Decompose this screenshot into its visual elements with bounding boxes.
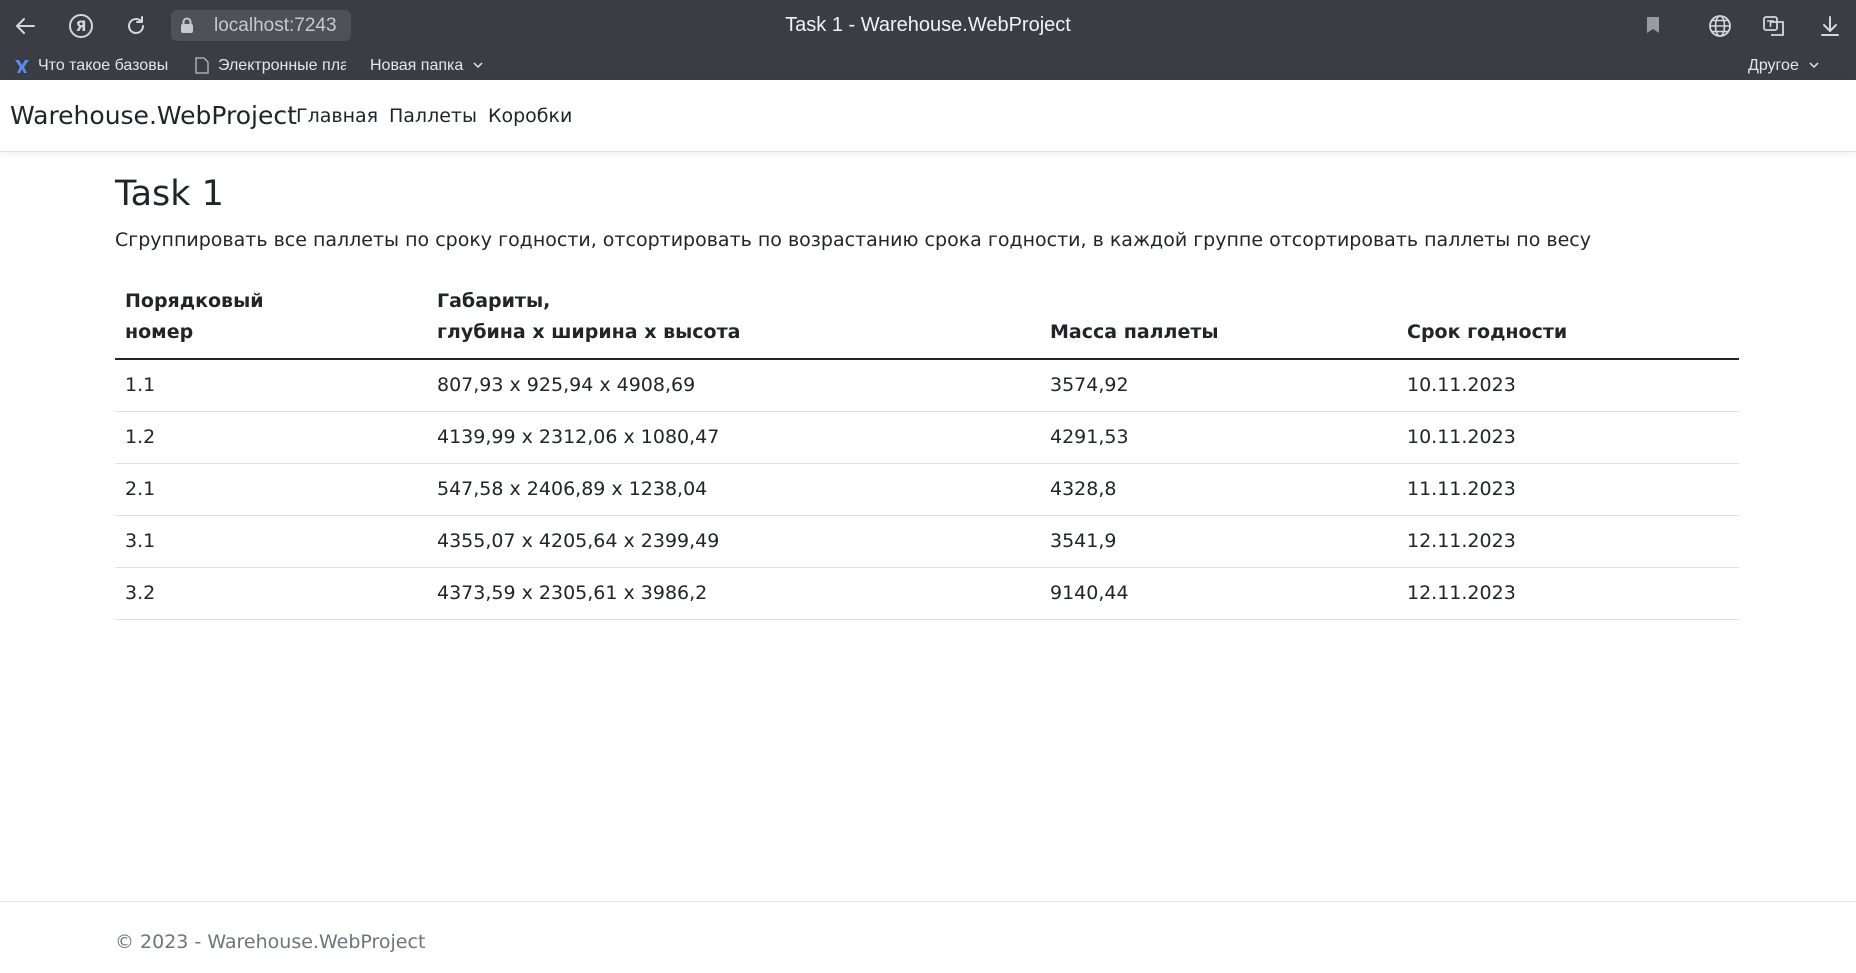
table-header-row: Порядковый номер Габариты, глубина х шир… xyxy=(115,280,1739,360)
yandex-icon[interactable]: Я xyxy=(67,12,95,40)
globe-icon[interactable] xyxy=(1706,12,1734,40)
bookmark-item-1[interactable]: Что такое базовы xyxy=(12,51,172,80)
nav-link-home[interactable]: Главная xyxy=(296,80,378,152)
column-header-number: Порядковый номер xyxy=(115,280,427,360)
cell-weight: 3541,9 xyxy=(1040,515,1397,568)
brand-link[interactable]: Warehouse.WebProject xyxy=(10,80,297,152)
cell-number: 1.1 xyxy=(115,359,427,412)
cell-dimensions: 4139,99 x 2312,06 x 1080,47 xyxy=(427,411,1040,464)
cell-number: 3.1 xyxy=(115,515,427,568)
bookmarks-bar: Что такое базовы Электронные пла Новая п… xyxy=(0,51,1856,80)
cell-dimensions: 4355,07 x 4205,64 x 2399,49 xyxy=(427,515,1040,568)
table-row: 1.2 4139,99 x 2312,06 x 1080,47 4291,53 … xyxy=(115,411,1739,464)
bookmark-label: Что такое базовы xyxy=(38,56,169,74)
footer-copyright: © 2023 - Warehouse.WebProject xyxy=(115,931,426,953)
translate-icon[interactable] xyxy=(1760,12,1788,40)
cell-weight: 3574,92 xyxy=(1040,359,1397,412)
chevron-down-icon xyxy=(1809,62,1819,69)
cell-weight: 9140,44 xyxy=(1040,567,1397,620)
cell-dimensions: 4373,59 x 2305,61 x 3986,2 xyxy=(427,567,1040,620)
other-bookmarks[interactable]: Другое xyxy=(1748,51,1832,80)
browser-toolbar: Я localhost:7243 Task 1 - Warehouse.WebP… xyxy=(0,0,1856,51)
puzzle-icon xyxy=(12,56,32,76)
cell-number: 3.2 xyxy=(115,567,427,620)
app-navbar: Warehouse.WebProject Главная Паллеты Кор… xyxy=(0,80,1856,152)
other-bookmarks-label: Другое xyxy=(1748,56,1799,74)
bookmark-folder[interactable]: Новая папка xyxy=(370,51,490,80)
cell-number: 1.2 xyxy=(115,411,427,464)
browser-chrome: Я localhost:7243 Task 1 - Warehouse.WebP… xyxy=(0,0,1856,80)
reload-icon[interactable] xyxy=(122,12,150,40)
download-icon[interactable] xyxy=(1816,12,1844,40)
table-row: 3.2 4373,59 x 2305,61 x 3986,2 9140,44 1… xyxy=(115,567,1739,620)
lock-icon[interactable] xyxy=(177,15,197,35)
table-row: 1.1 807,93 x 925,94 x 4908,69 3574,92 10… xyxy=(115,359,1739,412)
cell-expiry: 11.11.2023 xyxy=(1397,463,1739,516)
bookmark-item-2[interactable]: Электронные пла xyxy=(192,51,346,80)
page-footer: © 2023 - Warehouse.WebProject xyxy=(0,901,1856,973)
column-header-expiry: Срок годности xyxy=(1397,280,1739,360)
cell-expiry: 10.11.2023 xyxy=(1397,411,1739,464)
cell-expiry: 12.11.2023 xyxy=(1397,567,1739,620)
address-url[interactable]: localhost:7243 xyxy=(214,10,337,41)
cell-number: 2.1 xyxy=(115,463,427,516)
task-description: Сгруппировать все паллеты по сроку годно… xyxy=(115,229,1591,251)
cell-dimensions: 547,58 x 2406,89 x 1238,04 xyxy=(427,463,1040,516)
page-icon xyxy=(192,56,212,76)
page-title: Task 1 xyxy=(115,174,224,214)
pallets-table: Порядковый номер Габариты, глубина х шир… xyxy=(115,280,1739,620)
cell-expiry: 10.11.2023 xyxy=(1397,359,1739,412)
column-header-weight: Масса паллеты xyxy=(1040,280,1397,360)
nav-link-pallets[interactable]: Паллеты xyxy=(389,80,477,152)
column-header-dimensions: Габариты, глубина х ширина х высота xyxy=(427,280,1040,360)
table-row: 3.1 4355,07 x 4205,64 x 2399,49 3541,9 1… xyxy=(115,515,1739,568)
address-bar[interactable]: localhost:7243 xyxy=(171,10,351,41)
chevron-down-icon xyxy=(473,62,483,69)
bookmark-label: Новая папка xyxy=(370,56,464,74)
cell-weight: 4291,53 xyxy=(1040,411,1397,464)
table-row: 2.1 547,58 x 2406,89 x 1238,04 4328,8 11… xyxy=(115,463,1739,516)
back-arrow-icon[interactable] xyxy=(12,13,38,39)
bookmark-icon[interactable] xyxy=(1642,14,1664,36)
cell-expiry: 12.11.2023 xyxy=(1397,515,1739,568)
bookmark-label: Электронные пла xyxy=(218,56,346,74)
cell-dimensions: 807,93 x 925,94 x 4908,69 xyxy=(427,359,1040,412)
nav-link-boxes[interactable]: Коробки xyxy=(488,80,572,152)
cell-weight: 4328,8 xyxy=(1040,463,1397,516)
svg-text:Я: Я xyxy=(76,19,87,35)
